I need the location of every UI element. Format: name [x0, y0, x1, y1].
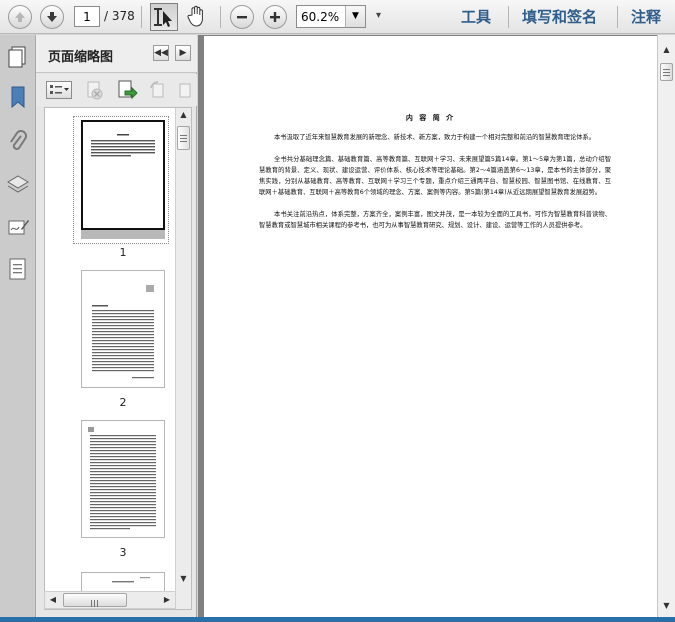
toolbar-divider: [508, 6, 509, 28]
zoom-in-button[interactable]: [263, 5, 287, 29]
thumbnail-page-3[interactable]: [81, 420, 165, 538]
main-toolbar: / 378 ▼ ▾ 工具: [0, 0, 675, 34]
page-export-icon: [118, 80, 138, 100]
thumbnail-label: 1: [119, 246, 127, 259]
arrow-up-icon: [15, 12, 25, 22]
signature-pen-icon: [8, 220, 29, 235]
scroll-thumb[interactable]: [177, 126, 190, 150]
status-bar: [0, 617, 675, 622]
scroll-down-button[interactable]: ▼: [177, 574, 190, 586]
layers-tab[interactable]: [7, 172, 29, 196]
more-tools-button[interactable]: ▾: [376, 10, 381, 21]
panel-menu-button[interactable]: ▶: [175, 45, 191, 61]
previous-page-button[interactable]: [8, 5, 32, 29]
next-page-button[interactable]: [40, 5, 64, 29]
zoom-select[interactable]: ▼: [296, 5, 366, 28]
toolbar-divider: [220, 6, 221, 28]
fill-sign-menu-link[interactable]: 填写和签名: [522, 6, 597, 27]
paragraph-intro: 本书汲取了近年来智慧教育发展的新理念、新技术、新方案，致力于构建一个相对完整和前…: [274, 134, 596, 141]
delete-pages-button[interactable]: [84, 80, 104, 100]
paragraph-features: 本书关注前沿热点，体系完整，方案齐全，案例丰富，图文并茂，是一本较为全面的工具书…: [259, 211, 611, 229]
doc-scroll-thumb[interactable]: [660, 63, 673, 81]
minus-icon: [237, 16, 247, 19]
doc-scroll-down-button[interactable]: ▼: [660, 601, 673, 613]
document-page[interactable]: 内 容 简 介 本书汲取了近年来智慧教育发展的新理念、新技术、新方案，致力于构建…: [204, 36, 657, 617]
thumbnail-text-preview: [91, 134, 155, 157]
panel-title: 页面缩略图: [48, 50, 114, 65]
select-tool-button[interactable]: [150, 3, 178, 31]
thumbnail-list: 1 2 3 ▲ ▼: [44, 107, 192, 610]
signatures-tab[interactable]: [7, 215, 29, 239]
thumbnail-panel: 页面缩略图 ◀◀ ▶ 1 2 3 ▲ ▼ ◀ ▶: [36, 35, 197, 617]
grip-lines-icon: [663, 69, 670, 76]
list-options-icon: [50, 85, 69, 94]
bookmark-icon: [11, 86, 25, 109]
triangle-down-icon: ▼: [663, 601, 670, 610]
thumbnail-vertical-scrollbar[interactable]: ▲ ▼: [175, 108, 191, 609]
rotate-pages-button[interactable]: [148, 80, 168, 100]
thumbnail-label: 2: [119, 396, 127, 409]
zoom-dropdown-button[interactable]: ▼: [345, 6, 365, 27]
document-vertical-scrollbar[interactable]: ▲ ▼: [657, 35, 675, 617]
navigation-strip: [0, 35, 36, 617]
plus-icon: [270, 12, 280, 22]
page-number-input[interactable]: [74, 6, 100, 27]
text-cursor-arrow-icon: [154, 8, 172, 27]
rotate-page-icon: [150, 81, 164, 98]
triangle-right-icon: ▶: [163, 595, 171, 604]
pages-icon: [8, 46, 26, 68]
zoom-input[interactable]: [297, 6, 345, 27]
triangle-down-icon: ▼: [180, 574, 187, 583]
collapse-panel-button[interactable]: ◀◀: [153, 45, 169, 61]
thumbnail-page-1[interactable]: [81, 120, 165, 230]
page-heading: 内 容 简 介: [405, 114, 456, 122]
thumbnail-toolbar: [36, 74, 197, 106]
double-chevron-left-icon: ◀◀: [154, 48, 168, 58]
page-properties-button[interactable]: [178, 80, 192, 100]
triangle-left-icon: ◀: [49, 595, 57, 604]
attachments-tab[interactable]: [7, 130, 29, 154]
triangle-up-icon: ▲: [180, 110, 187, 119]
scroll-left-button[interactable]: ◀: [47, 593, 59, 607]
page-thumbnails-tab[interactable]: [7, 45, 29, 69]
horizontal-scroll-thumb[interactable]: [63, 593, 127, 607]
page-gear-icon: [179, 83, 191, 98]
paperclip-icon: [10, 130, 27, 150]
chevron-down-icon: ▼: [352, 11, 359, 21]
content-tab[interactable]: [7, 257, 29, 281]
layers-icon: [7, 175, 29, 193]
document-lines-icon: [9, 258, 26, 280]
thumbnail-text-preview: [88, 427, 156, 530]
thumbnail-page-2[interactable]: [81, 270, 165, 388]
zoom-out-button[interactable]: [230, 5, 254, 29]
comment-menu-link[interactable]: 注释: [631, 6, 661, 27]
arrow-down-icon: [47, 12, 57, 22]
grip-lines-icon: [91, 600, 98, 607]
chevron-right-icon: ▶: [179, 48, 187, 58]
grip-lines-icon: [180, 135, 187, 142]
hand-tool-button[interactable]: [183, 3, 211, 31]
thumbnail-label: 3: [119, 546, 127, 559]
scroll-up-button[interactable]: ▲: [177, 110, 190, 122]
bookmarks-tab[interactable]: [7, 85, 29, 109]
toolbar-divider: [617, 6, 618, 28]
toolbar-divider: [141, 6, 142, 28]
panel-header: 页面缩略图 ◀◀ ▶: [36, 35, 197, 73]
scroll-right-button[interactable]: ▶: [161, 593, 173, 607]
total-pages-label: / 378: [104, 9, 135, 23]
delete-page-icon: [87, 81, 103, 100]
thumbnail-viewport-marker: [81, 230, 165, 239]
document-viewport[interactable]: 内 容 简 介 本书汲取了近年来智慧教育发展的新理念、新技术、新方案，致力于构建…: [198, 35, 657, 617]
doc-scroll-up-button[interactable]: ▲: [660, 45, 673, 57]
extract-pages-button[interactable]: [116, 79, 138, 101]
triangle-up-icon: ▲: [663, 45, 670, 54]
options-menu-button[interactable]: [46, 81, 72, 99]
paragraph-structure: 全书共分基础理念篇、基础教育篇、高等教育篇、互联网＋学习、未来展望篇5篇14章。…: [259, 156, 611, 196]
thumbnail-horizontal-scrollbar[interactable]: ◀ ▶: [44, 591, 176, 609]
tools-menu-link[interactable]: 工具: [461, 6, 491, 27]
pdf-reader-window: / 378 ▼ ▾ 工具: [0, 0, 675, 622]
thumbnail-text-preview: [92, 285, 154, 379]
hand-icon: [187, 5, 203, 27]
